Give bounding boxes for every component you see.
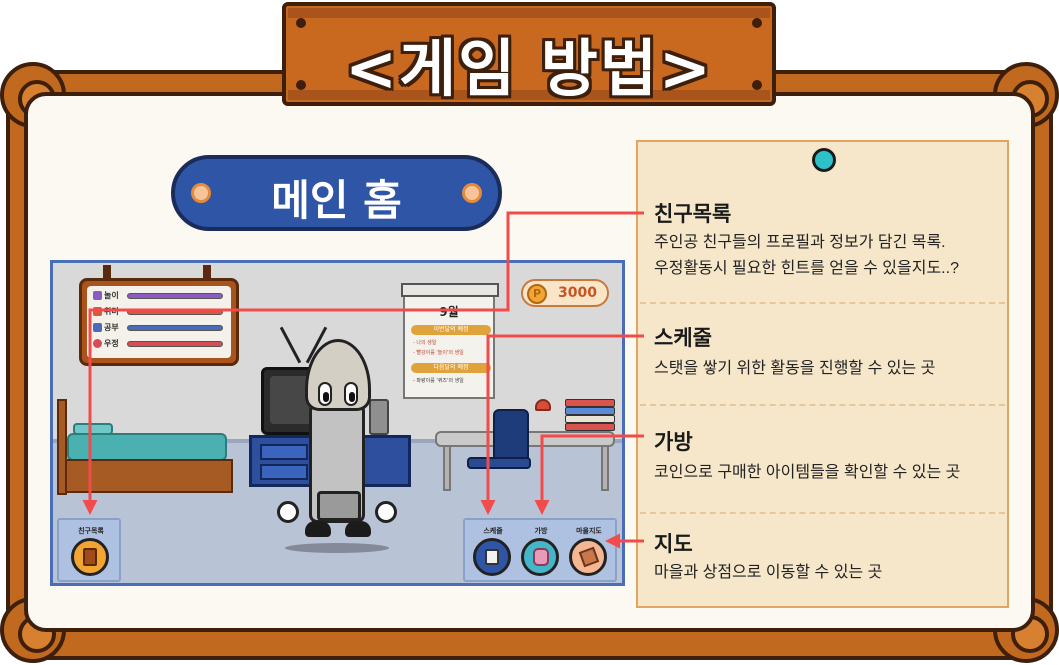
coin-icon: P (527, 284, 547, 304)
character-eye (318, 382, 332, 406)
schedule-button[interactable] (473, 538, 511, 576)
section-label: 메인 홈 (271, 176, 402, 225)
section-label-pill: 메인 홈 (171, 155, 502, 231)
main-home-screenshot: 놀이 취미 공부 우정 P 3000 9월 이번달의 예정 - 나의 생일 - … (50, 260, 625, 586)
stat-row-friendship: 우정 (93, 338, 233, 350)
stat-bar (127, 309, 223, 315)
plank-strip-top (288, 8, 770, 18)
stat-label: 취미 (104, 307, 119, 316)
drawer (260, 444, 308, 460)
play-icon (93, 291, 102, 300)
character-hand (375, 501, 397, 523)
page-title: <게임 방법> (345, 32, 713, 105)
book-stack (565, 399, 615, 431)
hobby-icon (93, 307, 102, 316)
calendar-tag: 이번달의 예정 (411, 325, 491, 335)
book-icon (83, 548, 97, 566)
note-divider (640, 302, 1005, 304)
drawer (260, 464, 308, 480)
board-hanger (203, 265, 211, 279)
calendar-month: 9월 (439, 305, 459, 319)
bed-frame (65, 459, 233, 493)
character-foot (345, 521, 371, 537)
calendar-rod (401, 283, 499, 297)
menu-label: 친구목록 (78, 527, 104, 535)
info-title-map: 지도 (654, 532, 693, 556)
info-desc-map: 마을과 상점으로 이동할 수 있는 곳 (654, 564, 883, 581)
stat-bar (127, 341, 223, 347)
menu-label: 스케줄 (483, 527, 503, 535)
calendar-item: - 빨강이를 '놀이'의 생일 (413, 350, 464, 356)
stat-row-play: 놀이 (93, 290, 233, 302)
stat-bar (127, 293, 223, 299)
character-belt (317, 491, 361, 521)
stat-label: 공부 (104, 323, 119, 332)
stat-label: 우정 (104, 339, 119, 348)
character-hand (277, 501, 299, 523)
desk-leg (601, 445, 609, 491)
scroll-icon (485, 549, 499, 565)
chair-seat (467, 457, 531, 469)
bed-mattress (67, 433, 227, 461)
board-hanger (103, 265, 111, 279)
speaker (369, 399, 389, 435)
pin-icon (812, 148, 836, 172)
character-shadow (285, 543, 389, 553)
right-menu-panel: 스케줄 가방 마을지도 (463, 518, 617, 582)
stat-board: 놀이 취미 공부 우정 (79, 278, 239, 366)
character-foot (305, 521, 331, 537)
stat-row-study: 공부 (93, 322, 233, 334)
stat-label: 놀이 (104, 291, 119, 300)
desk-lamp (535, 399, 551, 411)
menu-label: 마을지도 (576, 527, 602, 535)
stat-row-hobby: 취미 (93, 306, 233, 318)
backpack-icon (533, 548, 549, 566)
note-divider (640, 512, 1005, 514)
bag-button[interactable] (521, 538, 559, 576)
map-icon (578, 546, 600, 568)
study-icon (93, 323, 102, 332)
calendar-item: - 파랑이를 '퀴즈'의 생일 (413, 378, 464, 384)
info-desc-schedule: 스탯을 쌓기 위한 활동을 진행할 수 있는 곳 (654, 360, 936, 377)
left-menu-panel: 친구목록 (57, 518, 121, 582)
menu-label: 가방 (534, 527, 548, 535)
info-title-friends: 친구목록 (654, 202, 732, 226)
desk-leg (443, 445, 451, 491)
info-desc-bag: 코인으로 구매한 아이템들을 확인할 수 있는 곳 (654, 464, 961, 481)
title-plank: <게임 방법> (282, 2, 776, 106)
calendar-poster: 9월 이번달의 예정 - 나의 생일 - 빨강이를 '놀이'의 생일 다음달의 … (401, 283, 499, 399)
note-divider (640, 404, 1005, 406)
heart-icon (93, 339, 102, 348)
info-desc-friends: 주인공 친구들의 프로필과 정보가 담긴 목록. 우정활동시 필요한 힌트를 얻… (654, 234, 959, 277)
calendar-item: - 나의 생일 (413, 340, 437, 346)
coin-counter: P 3000 (521, 279, 609, 307)
stat-bar (127, 325, 223, 331)
friends-list-button[interactable] (71, 538, 109, 576)
map-button[interactable] (569, 538, 607, 576)
info-title-schedule: 스케줄 (654, 326, 712, 350)
coin-amount: 3000 (558, 285, 597, 301)
info-title-bag: 가방 (654, 430, 693, 454)
calendar-tag: 다음달의 예정 (411, 363, 491, 373)
character-eye (344, 382, 358, 406)
